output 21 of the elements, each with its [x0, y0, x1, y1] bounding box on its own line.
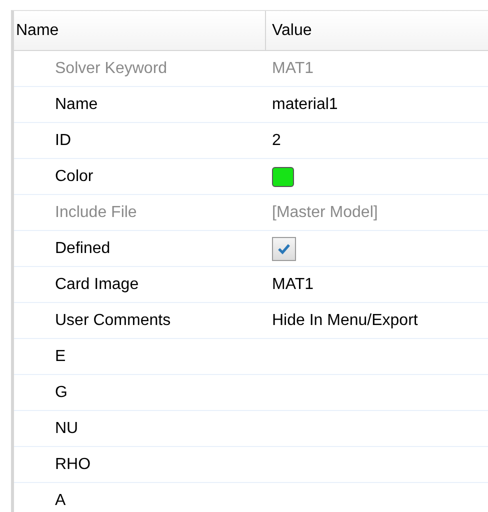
column-header: Value	[265, 11, 488, 50]
property-name: Defined	[54, 240, 112, 258]
property-value[interactable]: material1	[265, 96, 488, 114]
property-name: Name	[54, 96, 99, 114]
property-name: Card Image	[54, 276, 140, 294]
property-value[interactable]: MAT1	[265, 276, 488, 294]
property-name: User Comments	[54, 312, 172, 330]
property-value[interactable]: Hide In Menu/Export	[265, 312, 488, 330]
property-name: RHO	[54, 456, 92, 474]
property-name: NU	[54, 420, 80, 438]
property-name: E	[54, 348, 67, 366]
property-value[interactable]: 2	[265, 132, 488, 150]
property-name: A	[54, 492, 67, 510]
property-name: Include File	[54, 204, 138, 222]
property-name: Solver Keyword	[54, 60, 168, 78]
property-name: ID	[54, 132, 72, 150]
property-name: G	[54, 384, 68, 402]
property-name: Color	[54, 168, 94, 186]
color-swatch[interactable]	[272, 166, 294, 186]
column-header: Name	[15, 20, 60, 40]
checkbox[interactable]	[272, 236, 296, 260]
